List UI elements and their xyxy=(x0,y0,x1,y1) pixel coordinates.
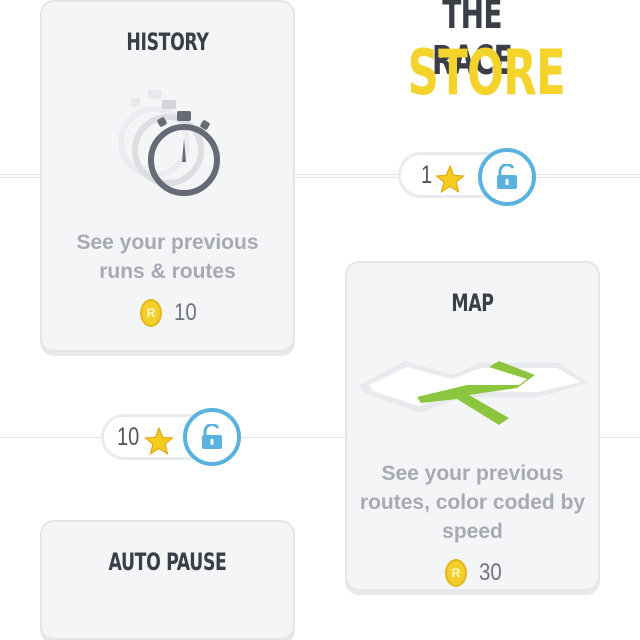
unlock-tier-2-stars: 10 xyxy=(117,423,140,451)
map-card-title: MAP xyxy=(451,289,494,317)
map-price-value: 30 xyxy=(479,559,502,586)
unlock-icon xyxy=(497,164,517,189)
map-card-desc-line3: speed xyxy=(442,520,503,543)
map-price: R 30 xyxy=(445,559,506,587)
coin-icon: R xyxy=(140,299,162,327)
map-route-icon xyxy=(359,361,589,425)
history-card-desc-line2: runs & routes xyxy=(99,260,236,283)
star-icon xyxy=(144,427,174,455)
store-title-line2: STORE xyxy=(407,36,566,109)
unlock-tier-2-button[interactable] xyxy=(183,408,241,466)
stopwatch-icon xyxy=(118,90,220,196)
history-price-value: 10 xyxy=(174,299,197,326)
auto-pause-card-title: AUTO PAUSE xyxy=(108,548,227,576)
unlock-icon xyxy=(202,424,222,449)
map-card-desc-line1: See your previous xyxy=(381,462,564,485)
coin-icon: R xyxy=(445,559,467,587)
star-icon xyxy=(435,165,465,193)
history-card-desc-line1: See your previous xyxy=(76,231,259,254)
history-card[interactable]: HISTORY See your previous runs & routes … xyxy=(40,0,295,352)
history-card-title: HISTORY xyxy=(126,28,209,56)
map-card[interactable]: MAP See your previous routes, color code… xyxy=(345,261,600,591)
unlock-tier-1-button[interactable] xyxy=(478,148,536,206)
history-price: R 10 xyxy=(140,299,201,327)
unlock-tier-1-stars: 1 xyxy=(421,161,433,189)
map-card-desc-line2: routes, color coded by xyxy=(359,491,586,514)
auto-pause-card[interactable]: AUTO PAUSE xyxy=(40,520,295,640)
